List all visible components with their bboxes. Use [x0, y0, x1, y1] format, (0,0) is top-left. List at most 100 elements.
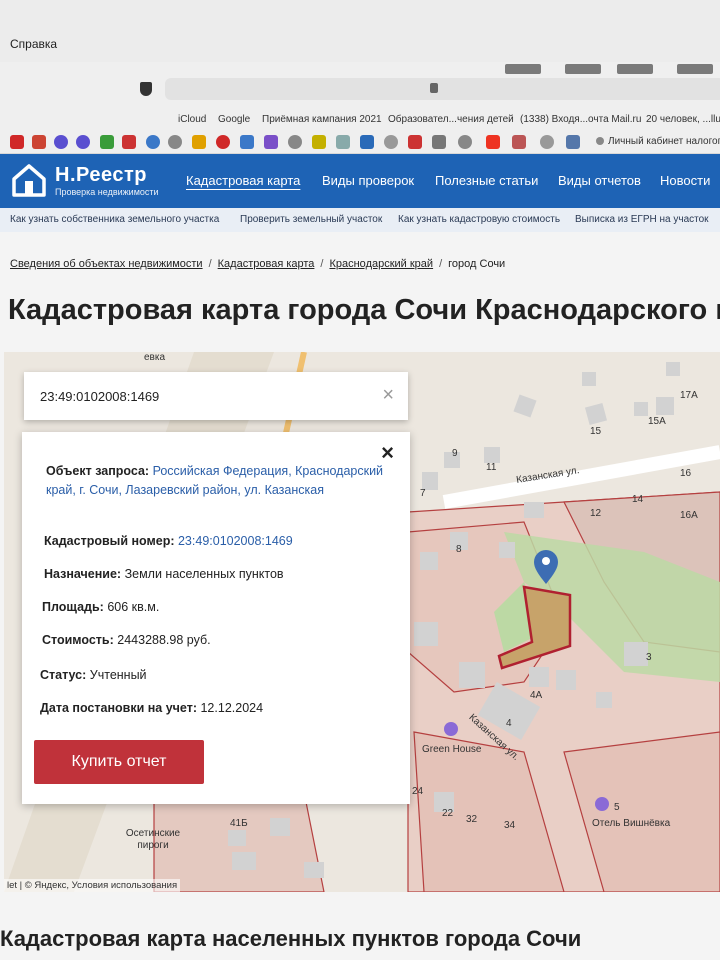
poi-label[interactable]: Отель Вишнёвка	[592, 818, 670, 829]
status-field: Статус: Учтенный	[40, 666, 147, 685]
breadcrumb-link[interactable]: Кадастровая карта	[218, 258, 315, 270]
favicon-icon[interactable]	[146, 135, 160, 149]
cost-field: Стоимость: 2443288.98 руб.	[42, 631, 211, 650]
house-number: 15	[590, 426, 602, 437]
poi-label[interactable]: Green House	[422, 744, 481, 755]
cadastral-label: Кадастровый номер:	[44, 534, 175, 548]
search-close-icon[interactable]: ×	[382, 384, 394, 407]
favicon-icon[interactable]	[240, 135, 254, 149]
check-badge-icon[interactable]	[54, 135, 68, 149]
nav-report-types[interactable]: Виды отчетов	[558, 173, 641, 188]
house-number: 14	[632, 494, 644, 505]
favicon-icon[interactable]	[408, 135, 422, 149]
house-logo-icon[interactable]	[10, 161, 48, 199]
purpose-field: Назначение: Земли населенных пунктов	[44, 565, 284, 584]
favicon-icon[interactable]	[360, 135, 374, 149]
nav-useful-articles[interactable]: Полезные статьи	[435, 173, 538, 188]
favicon-icon[interactable]	[168, 135, 182, 149]
cadastral-value: 23:49:0102008:1469	[177, 534, 293, 548]
house-number: 5	[614, 802, 620, 813]
house-number: 32	[466, 814, 478, 825]
favicon-icon[interactable]	[100, 135, 114, 149]
breadcrumb-link[interactable]: Краснодарский край	[329, 258, 433, 270]
favicon-icon[interactable]	[264, 135, 278, 149]
cadastral-map[interactable]: 17А 15 15А 9 11 16 7 14 12 16А 8 3 4А 4 …	[4, 352, 720, 892]
status-label: Статус:	[40, 668, 87, 682]
logo-subtitle: Проверка недвижимости	[55, 187, 159, 197]
bookmark-item[interactable]: Приёмная кампания 2021	[262, 114, 382, 125]
house-number: 9	[452, 448, 458, 459]
nav-check-types[interactable]: Виды проверок	[322, 173, 414, 188]
favicon-icon[interactable]	[458, 135, 472, 149]
favicon-icon[interactable]	[384, 135, 398, 149]
status-value: Учтенный	[89, 668, 147, 682]
registration-date-field: Дата постановки на учет: 12.12.2024	[40, 699, 263, 718]
tab-thumbnail[interactable]	[677, 64, 713, 74]
house-number: 7	[420, 488, 426, 499]
area-value: 606 кв.м.	[107, 600, 160, 614]
tab-thumbnail[interactable]	[505, 64, 541, 74]
mail-icon[interactable]	[192, 135, 206, 149]
help-menu[interactable]: Справка	[10, 37, 57, 51]
house-number: 16А	[680, 510, 698, 521]
subnav-link[interactable]: Как узнать собственника земельного участ…	[10, 214, 219, 225]
house-number: 22	[442, 808, 454, 819]
favicon-icon[interactable]	[432, 135, 446, 149]
house-number: 4А	[530, 690, 543, 701]
cadastral-search-value[interactable]: 23:49:0102008:1469	[40, 389, 159, 404]
logo-title[interactable]: Н.Реестр	[55, 164, 147, 187]
street-label: евка	[144, 352, 166, 363]
house-number: 4	[506, 718, 512, 729]
house-number: 8	[456, 544, 462, 555]
favicon-icon[interactable]	[336, 135, 350, 149]
browser-toolbar	[0, 62, 720, 110]
map-copyright[interactable]: let | © Яндекс, Условия использования	[4, 879, 181, 892]
favicon-icon[interactable]	[122, 135, 136, 149]
house-number: 34	[504, 820, 516, 831]
tab-thumbnail[interactable]	[565, 64, 601, 74]
subnav-link[interactable]: Как узнать кадастровую стоимость	[398, 214, 560, 225]
house-number: 41Б	[230, 818, 248, 829]
breadcrumb: Сведения об объектах недвижимости / Кадаст…	[10, 258, 506, 270]
bookmarks-bar: iCloud Google Приёмная кампания 2021 Обр…	[0, 110, 720, 130]
shield-icon[interactable]	[140, 82, 152, 96]
lock-icon	[430, 83, 438, 93]
subnav-link[interactable]: Проверить земельный участок	[240, 214, 382, 225]
main-content: Сведения об объектах недвижимости / Кадаст…	[0, 232, 720, 960]
house-number: 12	[590, 508, 602, 519]
cadastral-search-box[interactable]: 23:49:0102008:1469 ×	[24, 372, 408, 420]
registration-date-value: 12.12.2024	[200, 701, 264, 715]
house-number: 16	[680, 468, 692, 479]
page-title: Кадастровая карта города Сочи Краснодарс…	[8, 294, 720, 326]
bookmark-item[interactable]: 20 человек, ...llu	[646, 114, 720, 125]
buy-report-button[interactable]: Купить отчет	[34, 740, 204, 784]
area-label: Площадь:	[42, 600, 104, 614]
subnav-link[interactable]: Выписка из ЕГРН на участок	[575, 214, 709, 225]
favicon-icon[interactable]	[512, 135, 526, 149]
nav-cadastral-map[interactable]: Кадастровая карта	[186, 173, 300, 188]
nav-news[interactable]: Новости	[660, 173, 710, 188]
tax-cabinet-bookmark[interactable]: Личный кабинет налогоп	[596, 136, 720, 147]
registration-date-label: Дата постановки на учет:	[40, 701, 197, 715]
check-badge-icon[interactable]	[76, 135, 90, 149]
favicon-icon[interactable]	[10, 135, 24, 149]
bookmark-item[interactable]: Google	[218, 114, 250, 125]
favicon-icon[interactable]	[566, 135, 580, 149]
favorites-bar: Личный кабинет налогоп	[0, 130, 720, 154]
favicon-icon[interactable]	[312, 135, 326, 149]
poi-label[interactable]: Осетинские пироги	[122, 828, 184, 852]
house-number: 11	[486, 462, 497, 473]
bookmark-item[interactable]: iCloud	[178, 114, 206, 125]
address-bar[interactable]	[165, 78, 720, 100]
bookmark-item[interactable]: (1338) Входя...очта Mail.ru	[520, 114, 641, 125]
favicon-icon[interactable]	[216, 135, 230, 149]
youtube-icon[interactable]	[486, 135, 500, 149]
house-number: 3	[646, 652, 652, 663]
favicon-icon[interactable]	[288, 135, 302, 149]
favicon-icon[interactable]	[32, 135, 46, 149]
bookmark-item[interactable]: Образовател...чения детей	[388, 114, 514, 125]
favicon-icon[interactable]	[540, 135, 554, 149]
tab-thumbnail[interactable]	[617, 64, 653, 74]
breadcrumb-link[interactable]: Сведения об объектах недвижимости	[10, 258, 203, 270]
site-header: Н.Реестр Проверка недвижимости Кадастров…	[0, 154, 720, 208]
